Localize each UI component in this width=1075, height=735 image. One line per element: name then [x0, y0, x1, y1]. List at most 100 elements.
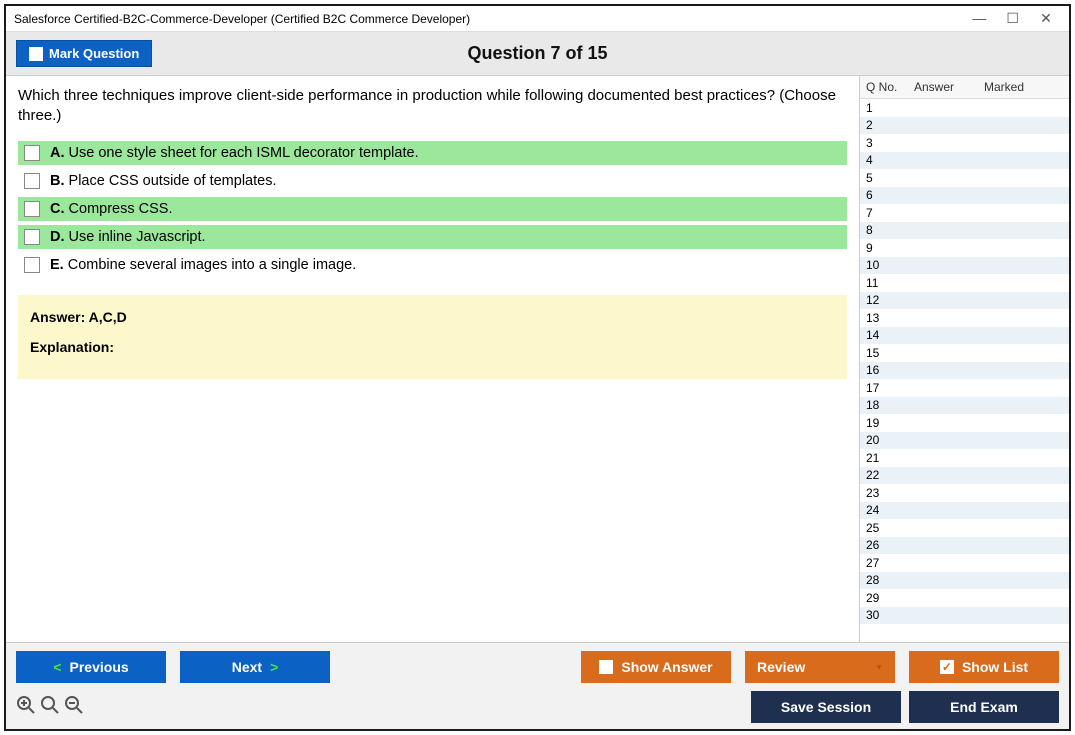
- question-list-row[interactable]: 2: [860, 117, 1069, 135]
- zoom-reset-icon[interactable]: [40, 695, 60, 720]
- question-number: 12: [866, 293, 914, 307]
- option-checkbox[interactable]: [24, 257, 40, 273]
- question-number: 27: [866, 556, 914, 570]
- review-button[interactable]: Review ▼: [745, 651, 895, 683]
- sidebar-header: Q No. Answer Marked: [860, 76, 1069, 99]
- question-number: 28: [866, 573, 914, 587]
- question-list-row[interactable]: 24: [860, 502, 1069, 520]
- question-list-row[interactable]: 6: [860, 187, 1069, 205]
- chevron-down-icon: ▼: [875, 663, 883, 672]
- mark-question-button[interactable]: Mark Question: [16, 40, 152, 67]
- option-letter: A.: [50, 145, 65, 161]
- question-list-row[interactable]: 11: [860, 274, 1069, 292]
- question-list-row[interactable]: 12: [860, 292, 1069, 310]
- option-letter: C.: [50, 201, 65, 217]
- close-icon[interactable]: ✕: [1031, 10, 1061, 27]
- question-list-row[interactable]: 7: [860, 204, 1069, 222]
- question-number: 1: [866, 101, 914, 115]
- titlebar: Salesforce Certified-B2C-Commerce-Develo…: [6, 6, 1069, 32]
- question-list-row[interactable]: 28: [860, 572, 1069, 590]
- option-checkbox[interactable]: [24, 173, 40, 189]
- question-list-row[interactable]: 18: [860, 397, 1069, 415]
- question-list-row[interactable]: 26: [860, 537, 1069, 555]
- question-list-row[interactable]: 29: [860, 589, 1069, 607]
- option-letter: B.: [50, 173, 65, 189]
- question-number: 26: [866, 538, 914, 552]
- show-answer-checkbox-icon: [599, 660, 613, 674]
- sidebar-body[interactable]: 1234567891011121314151617181920212223242…: [860, 99, 1069, 642]
- show-answer-label: Show Answer: [621, 659, 712, 675]
- question-list-row[interactable]: 27: [860, 554, 1069, 572]
- question-list-row[interactable]: 16: [860, 362, 1069, 380]
- option-row[interactable]: A. Use one style sheet for each ISML dec…: [18, 141, 847, 165]
- question-list-row[interactable]: 22: [860, 467, 1069, 485]
- minimize-icon[interactable]: —: [964, 10, 994, 26]
- show-list-button[interactable]: ✓ Show List: [909, 651, 1059, 683]
- question-list-row[interactable]: 5: [860, 169, 1069, 187]
- question-list-row[interactable]: 1: [860, 99, 1069, 117]
- window-controls: — ☐ ✕: [964, 10, 1061, 27]
- question-list-row[interactable]: 21: [860, 449, 1069, 467]
- option-letter: D.: [50, 229, 65, 245]
- question-number: 30: [866, 608, 914, 622]
- next-button[interactable]: Next >: [180, 651, 330, 683]
- next-label: Next: [232, 659, 262, 675]
- option-text: Combine several images into a single ima…: [68, 257, 357, 273]
- body: Which three techniques improve client-si…: [6, 76, 1069, 642]
- question-number: 6: [866, 188, 914, 202]
- question-number: 11: [866, 276, 914, 290]
- maximize-icon[interactable]: ☐: [998, 10, 1028, 27]
- question-number: 24: [866, 503, 914, 517]
- explanation-label: Explanation:: [30, 339, 835, 355]
- question-number: 9: [866, 241, 914, 255]
- answer-line: Answer: A,C,D: [30, 309, 835, 325]
- header-marked: Marked: [984, 80, 1063, 94]
- question-list-row[interactable]: 20: [860, 432, 1069, 450]
- question-number: 14: [866, 328, 914, 342]
- option-row[interactable]: B. Place CSS outside of templates.: [18, 169, 847, 193]
- question-list-row[interactable]: 25: [860, 519, 1069, 537]
- question-number: 16: [866, 363, 914, 377]
- question-list-row[interactable]: 3: [860, 134, 1069, 152]
- option-label: D. Use inline Javascript.: [50, 229, 206, 245]
- question-list-row[interactable]: 14: [860, 327, 1069, 345]
- chevron-right-icon: >: [270, 659, 278, 675]
- option-label: E. Combine several images into a single …: [50, 257, 356, 273]
- zoom-in-icon[interactable]: [16, 695, 36, 720]
- header-answer: Answer: [914, 80, 984, 94]
- show-answer-button[interactable]: Show Answer: [581, 651, 731, 683]
- option-row[interactable]: D. Use inline Javascript.: [18, 225, 847, 249]
- show-list-label: Show List: [962, 659, 1028, 675]
- save-session-label: Save Session: [781, 699, 871, 715]
- header-qno: Q No.: [866, 80, 914, 94]
- previous-button[interactable]: < Previous: [16, 651, 166, 683]
- end-exam-button[interactable]: End Exam: [909, 691, 1059, 723]
- question-list-row[interactable]: 19: [860, 414, 1069, 432]
- window-title: Salesforce Certified-B2C-Commerce-Develo…: [14, 12, 964, 26]
- question-number: 15: [866, 346, 914, 360]
- question-number: 10: [866, 258, 914, 272]
- options-list: A. Use one style sheet for each ISML dec…: [18, 141, 847, 277]
- question-number: 4: [866, 153, 914, 167]
- question-number: 19: [866, 416, 914, 430]
- zoom-out-icon[interactable]: [64, 695, 84, 720]
- question-list-row[interactable]: 23: [860, 484, 1069, 502]
- option-checkbox[interactable]: [24, 229, 40, 245]
- option-checkbox[interactable]: [24, 201, 40, 217]
- question-list-row[interactable]: 10: [860, 257, 1069, 275]
- question-list-row[interactable]: 15: [860, 344, 1069, 362]
- zoom-controls: [16, 695, 84, 720]
- question-list-row[interactable]: 30: [860, 607, 1069, 625]
- question-list-row[interactable]: 13: [860, 309, 1069, 327]
- question-list-row[interactable]: 8: [860, 222, 1069, 240]
- question-list-row[interactable]: 9: [860, 239, 1069, 257]
- option-checkbox[interactable]: [24, 145, 40, 161]
- save-session-button[interactable]: Save Session: [751, 691, 901, 723]
- question-list-row[interactable]: 4: [860, 152, 1069, 170]
- question-list-sidebar: Q No. Answer Marked 12345678910111213141…: [859, 76, 1069, 642]
- question-number: 22: [866, 468, 914, 482]
- option-row[interactable]: C. Compress CSS.: [18, 197, 847, 221]
- question-list-row[interactable]: 17: [860, 379, 1069, 397]
- question-number: 5: [866, 171, 914, 185]
- option-row[interactable]: E. Combine several images into a single …: [18, 253, 847, 277]
